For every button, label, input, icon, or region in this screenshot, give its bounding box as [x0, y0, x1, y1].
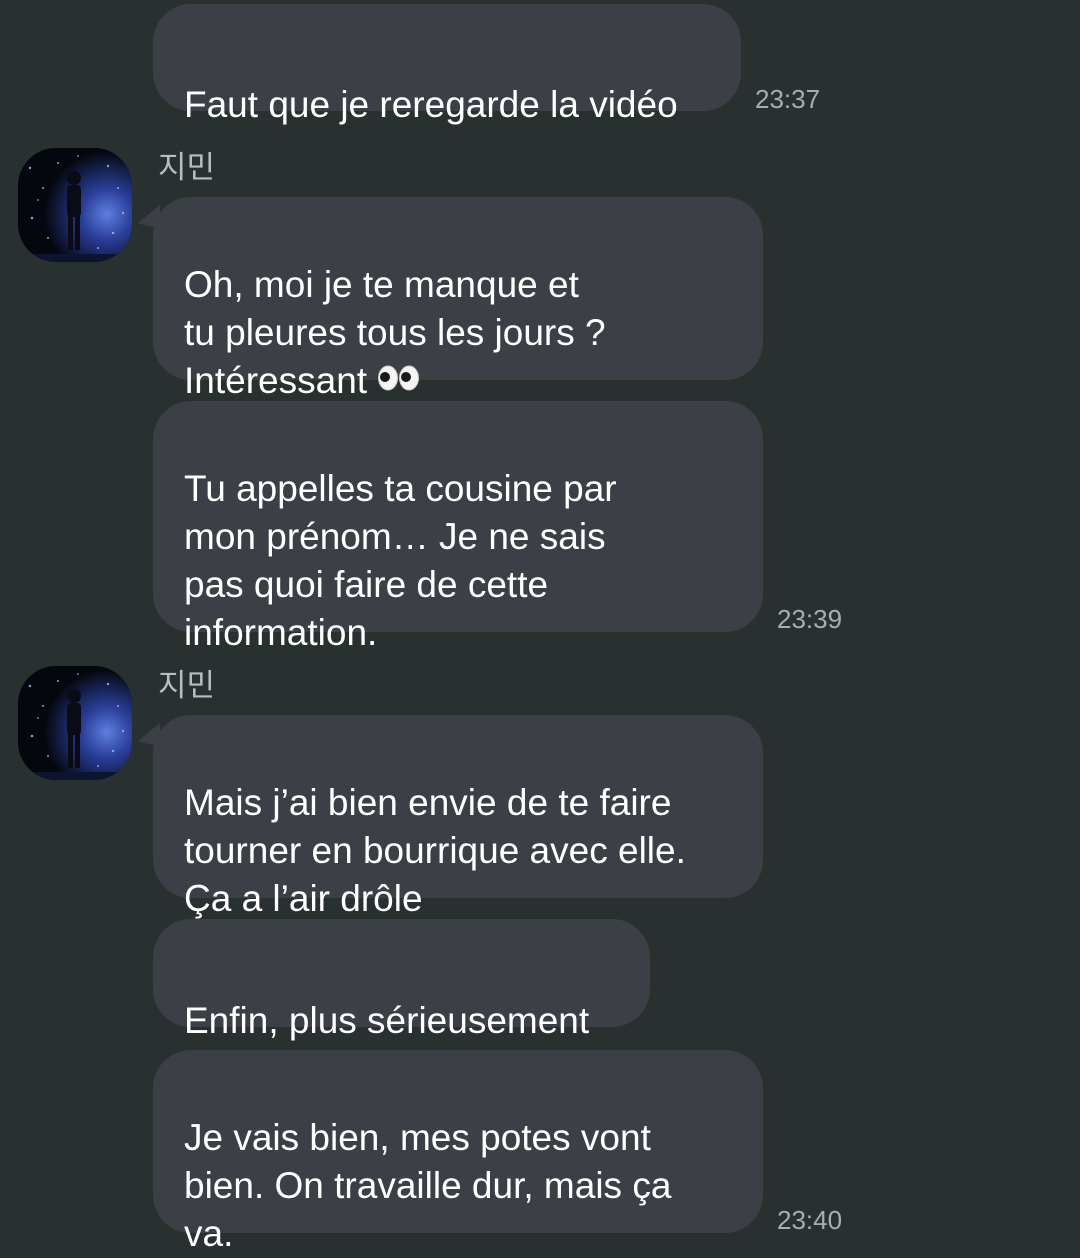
message-bubble[interactable]: Tu appelles ta cousine par mon prénom… J…: [153, 401, 763, 653]
sender-name: 지민: [158, 668, 216, 704]
message-timestamp: 23:37: [755, 84, 821, 114]
message-text: Je vais bien, mes potes vont bien. On tr…: [184, 1117, 672, 1254]
message-bubble[interactable]: Enfin, plus sérieusement: [153, 919, 650, 1041]
message-text: Enfin, plus sérieusement: [184, 1000, 590, 1041]
avatar[interactable]: [18, 666, 132, 780]
message-timestamp: 23:40: [777, 1205, 843, 1235]
chat-view[interactable]: Faut que je reregarde la vidéo 23:37 지민 …: [0, 0, 1080, 1256]
message-bubble[interactable]: Faut que je reregarde la vidéo: [153, 4, 741, 125]
message-bubble[interactable]: Oh, moi je te manque et tu pleures tous …: [153, 197, 763, 401]
message-text: Faut que je reregarde la vidéo: [184, 84, 678, 125]
message-text: Mais j’ai bien envie de te faire tourner…: [184, 782, 686, 919]
message-bubble[interactable]: Mais j’ai bien envie de te faire tourner…: [153, 715, 763, 919]
message-bubble[interactable]: Je vais bien, mes potes vont bien. On tr…: [153, 1050, 763, 1254]
message-text: Tu appelles ta cousine par mon prénom… J…: [184, 468, 617, 653]
message-timestamp: 23:39: [777, 604, 843, 634]
sender-name: 지민: [158, 150, 216, 186]
eyes-emoji-icon: [377, 356, 421, 404]
avatar[interactable]: [18, 148, 132, 262]
